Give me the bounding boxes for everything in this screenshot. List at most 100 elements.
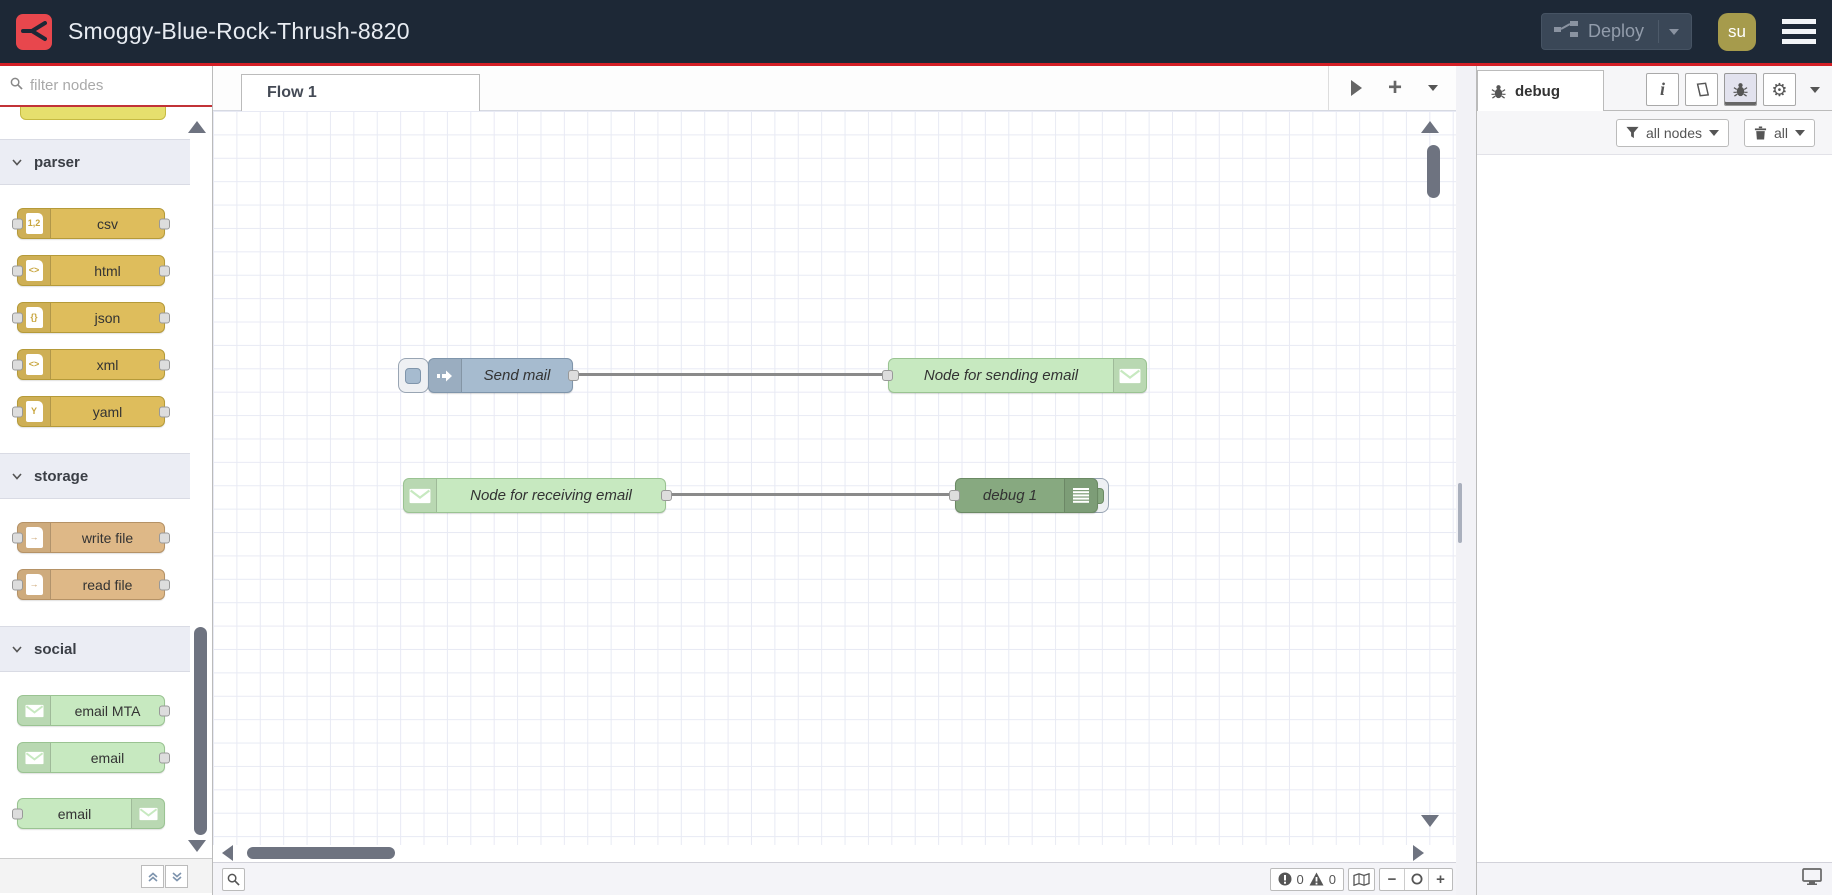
palette-node-html[interactable]: <> html	[12, 255, 170, 286]
sidebar: debug i ⚙ all nodes all	[1477, 66, 1832, 895]
envelope-icon	[18, 696, 51, 725]
sidebar-splitter[interactable]	[1456, 66, 1477, 895]
palette-node-yaml[interactable]: Y yaml	[12, 396, 170, 427]
category-label: storage	[34, 467, 89, 485]
palette-node-xml[interactable]: <> xml	[12, 349, 170, 380]
wire-sendmail-to-emailout[interactable]	[573, 373, 883, 376]
palette-scroll-up-icon[interactable]	[188, 121, 206, 133]
debug-clear-button[interactable]: all	[1743, 118, 1815, 147]
open-debug-window-button[interactable]	[1802, 868, 1822, 890]
wire-emailin-to-debug[interactable]	[666, 493, 958, 496]
clear-caret-icon	[1795, 129, 1805, 136]
debug-list-icon	[1064, 479, 1097, 512]
canvas-search-button[interactable]	[222, 867, 245, 891]
trash-icon	[1754, 126, 1767, 139]
envelope-icon	[131, 799, 164, 828]
flow-tabbar: Flow 1 +	[213, 66, 1456, 111]
deploy-options-caret-icon[interactable]	[1669, 28, 1679, 35]
error-count-icon	[1278, 872, 1292, 886]
sidebar-tabbar: debug i ⚙	[1477, 66, 1832, 111]
chevron-down-icon	[12, 158, 22, 166]
palette-node-partial[interactable]	[20, 107, 166, 120]
chevron-down-icon	[12, 645, 22, 653]
double-chevron-up-icon	[147, 871, 158, 882]
palette-node-write-file[interactable]: → write file	[12, 522, 170, 553]
envelope-icon	[404, 479, 437, 512]
tab-scroll-right-icon[interactable]	[1350, 80, 1362, 96]
deploy-label: Deploy	[1587, 21, 1644, 41]
debug-messages-panel[interactable]	[1477, 155, 1832, 862]
debug-filter-button[interactable]: all nodes	[1615, 118, 1729, 147]
palette-filter-input[interactable]	[30, 77, 180, 94]
palette-collapse-all-button[interactable]	[141, 865, 164, 888]
deploy-icon	[1553, 20, 1578, 43]
envelope-icon	[18, 743, 51, 772]
book-icon	[1696, 82, 1709, 97]
output-port[interactable]	[568, 370, 579, 381]
palette-filter-row	[0, 66, 212, 107]
app-logo-icon[interactable]	[16, 13, 52, 50]
canvas-vscrollbar-thumb[interactable]	[1427, 145, 1440, 198]
canvas-scroll-up-icon[interactable]	[1421, 121, 1439, 133]
search-icon	[10, 77, 23, 95]
canvas-hscrollbar-thumb[interactable]	[247, 847, 395, 859]
bug-icon	[1491, 84, 1506, 99]
input-port[interactable]	[882, 370, 893, 381]
palette-node-read-file[interactable]: → read file	[12, 569, 170, 600]
debug-toolbar: all nodes all	[1477, 111, 1832, 155]
chevron-down-icon	[12, 472, 22, 480]
main-menu-button[interactable]	[1782, 19, 1816, 44]
palette-node-email-out[interactable]: email	[12, 798, 165, 829]
workspace-title: Smoggy-Blue-Rock-Thrush-8820	[68, 18, 410, 44]
workspace: Flow 1 + Send mail Node for sending emai…	[213, 66, 1456, 895]
palette-node-csv[interactable]: 1,2 csv	[12, 208, 170, 239]
info-icon: i	[1659, 79, 1665, 99]
canvas-hscrollbar	[213, 845, 1456, 862]
palette-node-email-mta[interactable]: email MTA	[17, 695, 170, 726]
palette-node-email-in[interactable]: email	[17, 742, 170, 773]
workspace-footer: 0 0 − +	[213, 862, 1456, 895]
help-tab-button[interactable]	[1685, 73, 1718, 106]
map-icon	[1353, 872, 1370, 886]
deploy-divider	[1658, 20, 1659, 43]
info-tab-button[interactable]: i	[1646, 73, 1679, 106]
category-label: parser	[34, 153, 80, 171]
canvas-scroll-right-icon[interactable]	[1413, 845, 1424, 861]
flow-canvas[interactable]: Send mail Node for sending email Node fo…	[213, 111, 1456, 845]
palette-category-social[interactable]: social	[0, 626, 190, 672]
canvas-scroll-down-icon[interactable]	[1421, 815, 1439, 827]
palette-expand-all-button[interactable]	[165, 865, 188, 888]
sidebar-tabs-caret-icon[interactable]	[1810, 86, 1820, 93]
palette-scrollbar-thumb[interactable]	[194, 627, 207, 835]
palette-category-storage[interactable]: storage	[0, 453, 190, 499]
filter-caret-icon	[1708, 129, 1719, 136]
output-port[interactable]	[661, 490, 672, 501]
header: Smoggy-Blue-Rock-Thrush-8820 Deploy su	[0, 0, 1832, 66]
palette-category-parser[interactable]: parser	[0, 139, 190, 185]
add-flow-button[interactable]: +	[1388, 76, 1402, 100]
splitter-handle[interactable]	[1458, 483, 1462, 543]
zoom-out-button[interactable]: −	[1380, 869, 1404, 890]
warning-count: 0	[1328, 871, 1336, 887]
flow-status-counts[interactable]: 0 0	[1269, 867, 1344, 891]
zoom-reset-button[interactable]	[1404, 868, 1428, 890]
sidebar-footer	[1477, 862, 1832, 895]
monitor-icon	[1802, 868, 1822, 885]
tab-flow-1[interactable]: Flow 1	[241, 74, 480, 111]
tab-debug[interactable]: debug	[1477, 70, 1604, 111]
palette-scroll-down-icon[interactable]	[188, 840, 206, 852]
palette-node-json[interactable]: {} json	[12, 302, 170, 333]
canvas-scroll-left-icon[interactable]	[222, 845, 233, 861]
config-tab-button[interactable]: ⚙	[1763, 73, 1796, 106]
input-port[interactable]	[949, 490, 960, 501]
gear-icon: ⚙	[1771, 79, 1788, 100]
zoom-in-button[interactable]: +	[1428, 868, 1452, 890]
node-red-app: Smoggy-Blue-Rock-Thrush-8820 Deploy su f…	[0, 0, 1832, 895]
inject-trigger-button[interactable]	[398, 358, 429, 393]
deploy-button[interactable]: Deploy	[1540, 13, 1692, 50]
flow-list-caret-icon[interactable]	[1428, 85, 1438, 91]
double-chevron-down-icon	[171, 871, 182, 882]
user-avatar[interactable]: su	[1718, 12, 1756, 51]
navigator-button[interactable]	[1348, 867, 1375, 891]
debug-tab-button[interactable]	[1724, 73, 1757, 106]
